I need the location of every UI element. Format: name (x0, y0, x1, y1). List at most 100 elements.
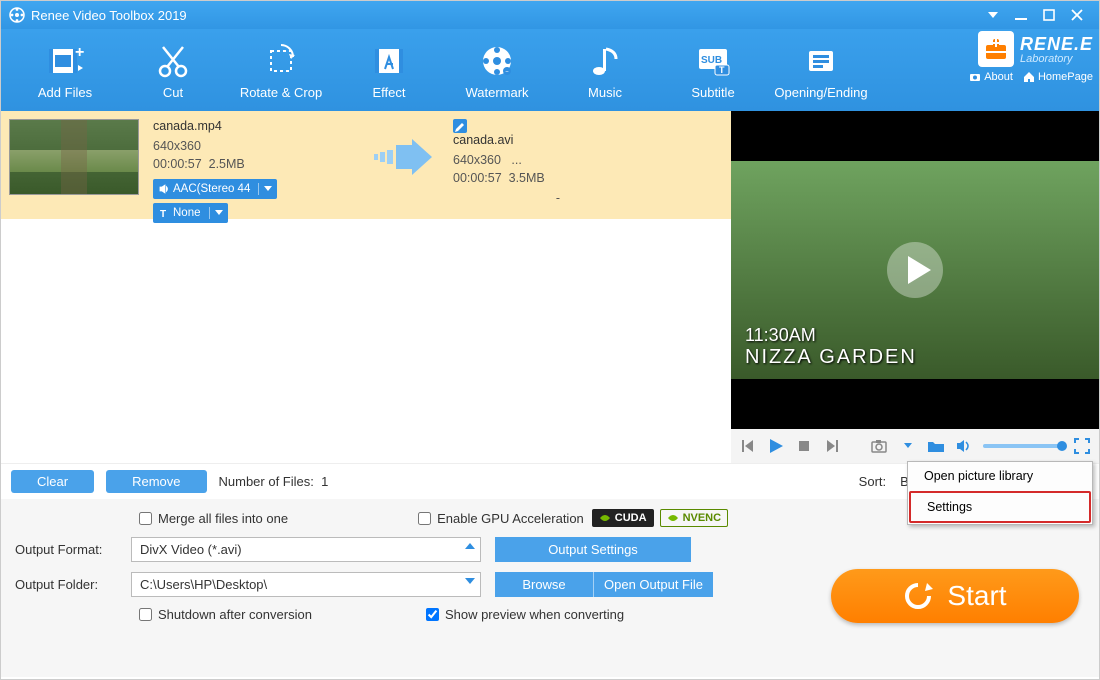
bottom-panel: Merge all files into one Enable GPU Acce… (1, 499, 1099, 677)
about-link[interactable]: About (969, 71, 1013, 83)
snapshot-dropdown[interactable] (899, 437, 917, 455)
merge-checkbox[interactable] (139, 512, 152, 525)
prev-button[interactable] (739, 437, 757, 455)
dst-filename: canada.avi (453, 133, 513, 147)
dropdown-menu-button[interactable] (979, 5, 1007, 25)
watermark-icon (477, 41, 517, 81)
start-button[interactable]: Start (831, 569, 1079, 623)
preview-pane: 11:30AM NIZZA GARDEN Open picture librar… (731, 111, 1099, 463)
about-label: About (984, 71, 1013, 83)
homepage-link[interactable]: HomePage (1023, 71, 1093, 83)
src-duration: 00:00:57 (153, 157, 202, 171)
refresh-icon (903, 581, 933, 611)
show-preview-label: Show preview when converting (445, 607, 624, 622)
chevron-up-icon[interactable] (465, 542, 475, 550)
nvidia-eye-icon (599, 512, 611, 524)
close-button[interactable] (1063, 5, 1091, 25)
svg-text:T: T (719, 65, 725, 75)
browse-button[interactable]: Browse (495, 572, 593, 597)
app-title: Renee Video Toolbox 2019 (31, 8, 187, 23)
brand-name: RENE.E (1020, 34, 1093, 55)
rotate-crop-icon (261, 41, 301, 81)
minimize-button[interactable] (1007, 5, 1035, 25)
clear-button[interactable]: Clear (11, 470, 94, 493)
file-count-label: Number of Files: 1 (219, 474, 329, 489)
sort-label: Sort: (859, 474, 886, 489)
home-icon (1023, 71, 1035, 83)
convert-arrow-icon (353, 119, 453, 195)
output-format-select[interactable]: DivX Video (*.avi) (131, 537, 481, 562)
nvidia-eye-icon (667, 512, 679, 524)
tool-cut[interactable]: Cut (119, 41, 227, 100)
subtitle-icon: SUBT (693, 41, 733, 81)
tool-label: Opening/Ending (774, 85, 867, 100)
menu-open-picture-library[interactable]: Open picture library (908, 462, 1092, 490)
speaker-icon (159, 184, 169, 194)
preview-video[interactable]: 11:30AM NIZZA GARDEN (731, 111, 1099, 429)
src-filename: canada.mp4 (153, 119, 353, 133)
next-button[interactable] (823, 437, 841, 455)
open-folder-button[interactable] (927, 437, 945, 455)
play-overlay-icon[interactable] (885, 240, 945, 300)
show-preview-checkbox[interactable] (426, 608, 439, 621)
shutdown-checkbox[interactable] (139, 608, 152, 621)
tool-label: Watermark (465, 85, 528, 100)
cuda-badge: CUDA (592, 509, 654, 527)
subtitle-track-label: None (173, 207, 201, 219)
tool-subtitle[interactable]: SUBT Subtitle (659, 41, 767, 100)
open-output-file-button[interactable]: Open Output File (593, 572, 713, 597)
svg-text:+: + (75, 44, 84, 61)
output-format-label: Output Format: (15, 542, 131, 557)
effect-icon (369, 41, 409, 81)
file-thumbnail (9, 119, 139, 195)
play-button[interactable] (767, 437, 785, 455)
chevron-down-icon[interactable] (210, 210, 228, 216)
audio-track-label: AAC(Stereo 44 (173, 183, 250, 195)
brand-kit-icon (978, 31, 1014, 67)
brand-block: RENE.E Laboratory About HomePage (969, 29, 1093, 83)
shutdown-label: Shutdown after conversion (158, 607, 312, 622)
volume-slider[interactable] (983, 444, 1063, 448)
dst-audio-placeholder: - (453, 191, 663, 205)
dst-resolution: 640x360 (453, 153, 501, 167)
snapshot-button[interactable] (871, 437, 889, 455)
tool-rotate-crop[interactable]: Rotate & Crop (227, 41, 335, 100)
audio-track-dropdown[interactable]: AAC(Stereo 44 (153, 179, 277, 199)
main-toolbar: + Add Files Cut Rotate & Crop Effect Wat… (1, 29, 1099, 111)
chevron-down-icon[interactable] (465, 577, 475, 585)
tool-music[interactable]: Music (551, 41, 659, 100)
camera-icon (969, 71, 981, 83)
remove-button[interactable]: Remove (106, 470, 206, 493)
opening-ending-icon (801, 41, 841, 81)
homepage-label: HomePage (1038, 71, 1093, 83)
output-folder-label: Output Folder: (15, 577, 131, 592)
title-bar: Renee Video Toolbox 2019 (1, 1, 1099, 29)
chevron-down-icon[interactable] (259, 186, 277, 192)
volume-icon[interactable] (955, 437, 973, 455)
tool-label: Rotate & Crop (240, 85, 322, 100)
tool-opening-ending[interactable]: Opening/Ending (767, 41, 875, 100)
nvenc-badge: NVENC (660, 509, 729, 527)
menu-settings[interactable]: Settings (909, 491, 1091, 523)
output-settings-button[interactable]: Output Settings (495, 537, 691, 562)
edit-icon[interactable] (453, 119, 467, 133)
file-list: canada.mp4 640x360 00:00:57 2.5MB AAC(St… (1, 111, 731, 463)
cut-icon (153, 41, 193, 81)
stop-button[interactable] (795, 437, 813, 455)
dst-duration: 00:00:57 (453, 171, 502, 185)
dst-res-more[interactable]: ... (511, 153, 521, 167)
gpu-checkbox[interactable] (418, 512, 431, 525)
fullscreen-button[interactable] (1073, 437, 1091, 455)
subtitle-track-dropdown[interactable]: T None (153, 203, 228, 223)
tool-add-files[interactable]: + Add Files (11, 41, 119, 100)
merge-label: Merge all files into one (158, 511, 288, 526)
svg-text:T: T (160, 209, 166, 218)
maximize-button[interactable] (1035, 5, 1063, 25)
tool-label: Subtitle (691, 85, 734, 100)
tool-watermark[interactable]: Watermark (443, 41, 551, 100)
preview-time-text: 11:30AM (745, 325, 917, 346)
output-folder-field[interactable]: C:\Users\HP\Desktop\ (131, 572, 481, 597)
music-icon (585, 41, 625, 81)
tool-effect[interactable]: Effect (335, 41, 443, 100)
file-row[interactable]: canada.mp4 640x360 00:00:57 2.5MB AAC(St… (1, 111, 731, 219)
